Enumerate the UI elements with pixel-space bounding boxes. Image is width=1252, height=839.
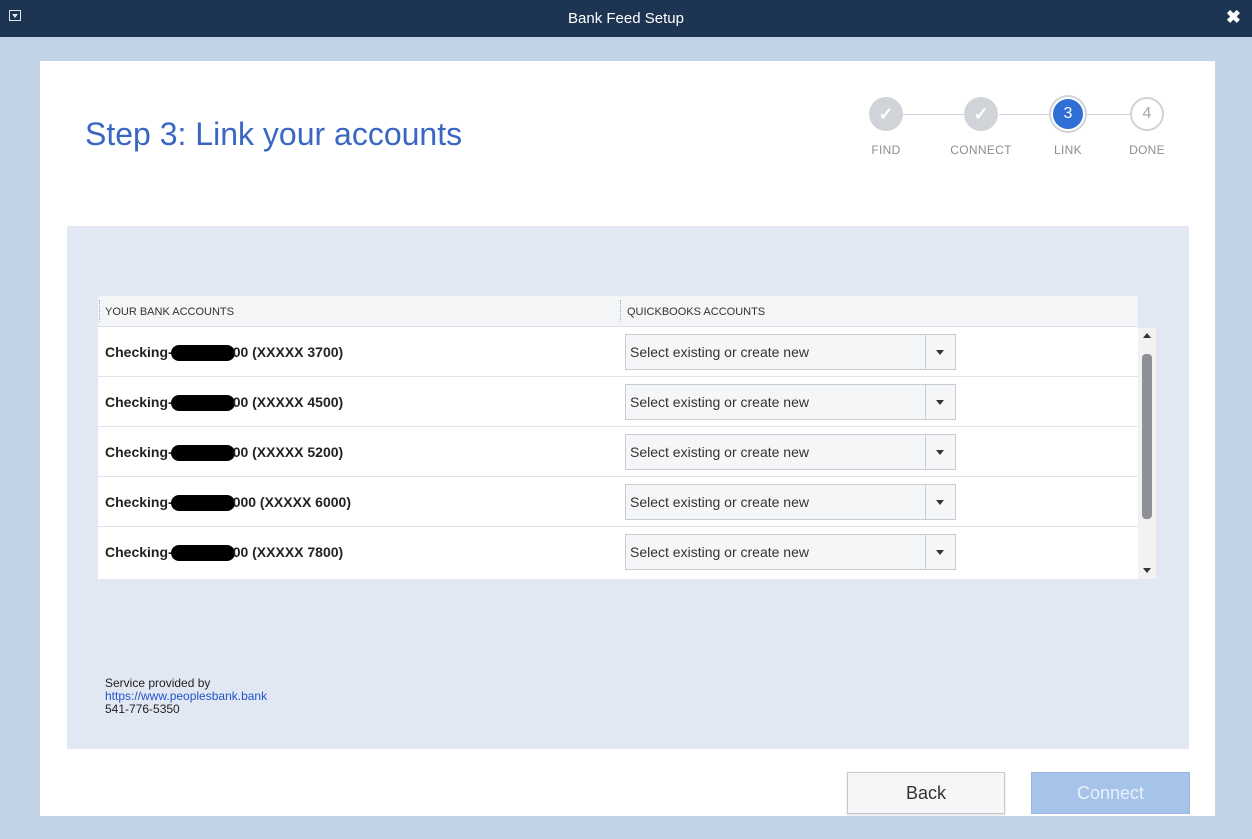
select-value: Select existing or create new bbox=[630, 544, 809, 560]
title-bar: Bank Feed Setup ✖ bbox=[0, 0, 1252, 37]
chevron-down-icon[interactable] bbox=[925, 435, 955, 469]
checkmark-icon: ✓ bbox=[964, 97, 998, 131]
chevron-down-icon[interactable] bbox=[925, 485, 955, 519]
select-value: Select existing or create new bbox=[630, 444, 809, 460]
window-title: Bank Feed Setup bbox=[568, 10, 684, 27]
table-header: YOUR BANK ACCOUNTS QUICKBOOKS ACCOUNTS bbox=[98, 296, 1138, 327]
quickbooks-account-select[interactable]: Select existing or create new bbox=[625, 384, 956, 420]
bank-account-name: Checking- 00 (XXXXX 5200) bbox=[105, 444, 344, 462]
table-row: Checking- 00 (XXXXX 3700) Select existing… bbox=[98, 327, 1138, 377]
service-phone: 541-776-5350 bbox=[105, 702, 180, 716]
redaction-mark bbox=[170, 545, 235, 562]
scroll-down-icon[interactable] bbox=[1143, 568, 1151, 573]
column-separator[interactable] bbox=[620, 300, 621, 322]
bank-account-name: Checking- 00 (XXXXX 4500) bbox=[105, 394, 344, 412]
column-separator[interactable] bbox=[99, 300, 100, 322]
redaction-mark bbox=[170, 445, 235, 462]
table-scrollbar[interactable] bbox=[1138, 328, 1156, 579]
step-connect: ✓ CONNECT bbox=[941, 97, 1021, 157]
accounts-table: YOUR BANK ACCOUNTS QUICKBOOKS ACCOUNTS C… bbox=[98, 296, 1156, 579]
scrollbar-thumb[interactable] bbox=[1142, 354, 1152, 519]
page-title: Step 3: Link your accounts bbox=[85, 116, 463, 152]
back-button[interactable]: Back bbox=[847, 772, 1005, 814]
bank-account-name: Checking- 000 (XXXXX 6000) bbox=[105, 494, 351, 512]
redaction-mark bbox=[170, 395, 235, 412]
chevron-down-icon[interactable] bbox=[925, 385, 955, 419]
dialog-background: Step 3: Link your accounts ✓ FIND ✓ CONN… bbox=[0, 37, 1252, 839]
quickbooks-account-select[interactable]: Select existing or create new bbox=[625, 334, 956, 370]
bank-account-name: Checking- 00 (XXXXX 3700) bbox=[105, 344, 344, 362]
checkmark-icon: ✓ bbox=[869, 97, 903, 131]
quickbooks-account-select[interactable]: Select existing or create new bbox=[625, 434, 956, 470]
step-link: 3 LINK bbox=[1028, 97, 1108, 157]
column-header-bank: YOUR BANK ACCOUNTS bbox=[105, 306, 234, 318]
chevron-down-icon[interactable] bbox=[925, 535, 955, 569]
select-value: Select existing or create new bbox=[630, 394, 809, 410]
step-label: DONE bbox=[1129, 143, 1165, 157]
step-find: ✓ FIND bbox=[846, 97, 926, 157]
bank-account-name: Checking- 00 (XXXXX 7800) bbox=[105, 544, 344, 562]
redaction-mark bbox=[170, 345, 235, 362]
scroll-up-icon[interactable] bbox=[1143, 333, 1151, 338]
connect-button[interactable]: Connect bbox=[1031, 772, 1190, 814]
table-row: Checking- 00 (XXXXX 4500) Select existing… bbox=[98, 377, 1138, 427]
chevron-down-icon[interactable] bbox=[925, 335, 955, 369]
step-number: 3 bbox=[1051, 97, 1085, 131]
quickbooks-account-select[interactable]: Select existing or create new bbox=[625, 484, 956, 520]
close-icon[interactable]: ✖ bbox=[1226, 7, 1241, 27]
select-value: Select existing or create new bbox=[630, 494, 809, 510]
quickbooks-account-select[interactable]: Select existing or create new bbox=[625, 534, 956, 570]
step-label: CONNECT bbox=[950, 143, 1012, 157]
redaction-mark bbox=[170, 495, 235, 512]
column-header-quickbooks: QUICKBOOKS ACCOUNTS bbox=[627, 306, 766, 318]
step-done: 4 DONE bbox=[1107, 97, 1187, 157]
step-label: FIND bbox=[871, 143, 901, 157]
table-row: Checking- 00 (XXXXX 7800) Select existing… bbox=[98, 527, 1138, 577]
content-area: YOUR BANK ACCOUNTS QUICKBOOKS ACCOUNTS C… bbox=[67, 226, 1189, 749]
select-value: Select existing or create new bbox=[630, 344, 809, 360]
wizard-panel: Step 3: Link your accounts ✓ FIND ✓ CONN… bbox=[40, 61, 1215, 816]
step-number: 4 bbox=[1130, 97, 1164, 131]
table-row: Checking- 000 (XXXXX 6000) Select existin… bbox=[98, 477, 1138, 527]
service-info: Service provided by https://www.peoplesb… bbox=[105, 677, 267, 716]
step-label: LINK bbox=[1054, 143, 1082, 157]
table-row: Checking- 00 (XXXXX 5200) Select existing… bbox=[98, 427, 1138, 477]
